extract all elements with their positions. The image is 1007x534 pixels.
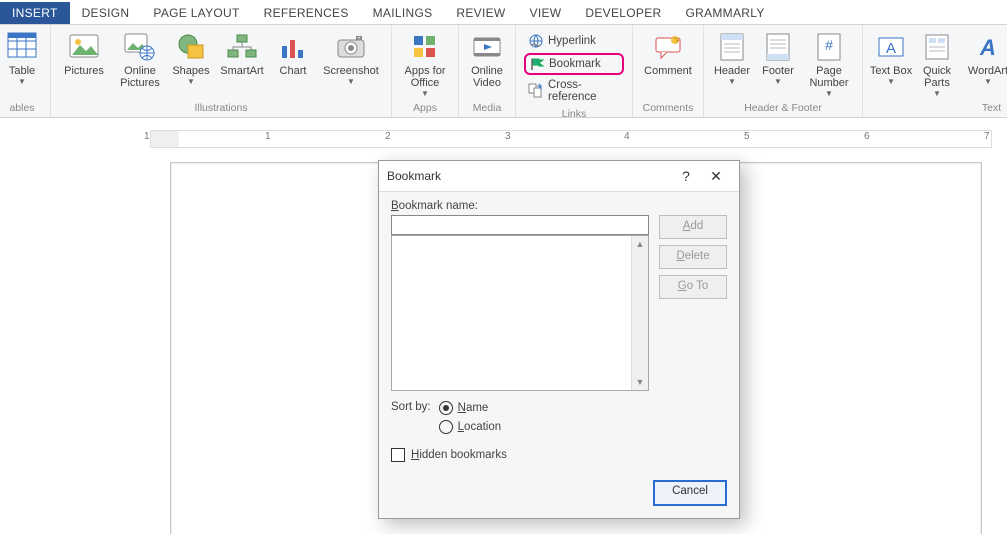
dialog-title: Bookmark [387, 169, 441, 183]
online-video-button[interactable]: Online Video [465, 29, 509, 91]
sortby-label: Sort by: [391, 401, 431, 413]
apps-icon [409, 31, 441, 63]
apps-for-office-button[interactable]: Apps for Office ▼ [398, 29, 452, 100]
bookmark-dialog: Bookmark ? ✕ Bookmark name: ▲ ▼ Add Dele… [378, 160, 740, 519]
tab-mailings[interactable]: MAILINGS [361, 2, 445, 24]
goto-button: Go To [659, 275, 727, 299]
bookmark-list[interactable]: ▲ ▼ [391, 235, 649, 391]
cross-reference-button[interactable]: Cross-reference [524, 77, 624, 105]
svg-text:#: # [825, 37, 833, 53]
pictures-icon [68, 31, 100, 63]
comment-icon [652, 31, 684, 63]
ruler: 1 1 2 3 4 5 6 7 [0, 124, 1007, 150]
svg-text:A: A [886, 40, 896, 57]
online-pictures-icon [124, 31, 156, 63]
bookmark-name-label: Bookmark name: [391, 200, 727, 212]
quickparts-icon [921, 31, 953, 63]
chevron-down-icon: ▼ [933, 89, 941, 98]
shapes-button[interactable]: Shapes ▼ [169, 29, 213, 88]
svg-text:A: A [979, 35, 996, 60]
cancel-button[interactable]: Cancel [653, 480, 727, 506]
tab-developer[interactable]: DEVELOPER [573, 2, 673, 24]
crossref-icon [528, 83, 544, 99]
comment-button[interactable]: Comment [639, 29, 697, 79]
scroll-up-icon[interactable]: ▲ [632, 236, 648, 252]
chart-icon [277, 31, 309, 63]
pictures-button[interactable]: Pictures [57, 29, 111, 79]
video-icon [471, 31, 503, 63]
chevron-down-icon: ▼ [347, 77, 355, 86]
chevron-down-icon: ▼ [728, 77, 736, 86]
chevron-down-icon: ▼ [984, 77, 992, 86]
online-pictures-button[interactable]: Online Pictures [113, 29, 167, 91]
sort-name-radio[interactable]: Name [439, 401, 502, 415]
shapes-icon [175, 31, 207, 63]
tab-page-layout[interactable]: PAGE LAYOUT [141, 2, 251, 24]
tab-view[interactable]: VIEW [518, 2, 574, 24]
chevron-down-icon: ▼ [825, 89, 833, 98]
scrollbar[interactable]: ▲ ▼ [631, 236, 648, 390]
scroll-down-icon[interactable]: ▼ [632, 374, 648, 390]
screenshot-icon: + [335, 31, 367, 63]
tab-grammarly[interactable]: GRAMMARLY [673, 2, 776, 24]
tab-design[interactable]: DESIGN [70, 2, 142, 24]
chart-button[interactable]: Chart [271, 29, 315, 79]
smartart-button[interactable]: SmartArt [215, 29, 269, 79]
tab-review[interactable]: REVIEW [444, 2, 517, 24]
bookmark-icon [529, 56, 545, 72]
screenshot-button[interactable]: + Screenshot ▼ [317, 29, 385, 88]
help-button[interactable]: ? [671, 161, 701, 191]
footer-button[interactable]: Footer ▼ [756, 29, 800, 88]
table-button[interactable]: Table ▼ [0, 29, 44, 88]
text-box-button[interactable]: A Text Box ▼ [869, 29, 913, 88]
chevron-down-icon: ▼ [187, 77, 195, 86]
page-number-icon: # [813, 31, 845, 63]
chevron-down-icon: ▼ [18, 77, 26, 86]
ribbon-tabs: INSERT DESIGN PAGE LAYOUT REFERENCES MAI… [0, 0, 1007, 25]
delete-button: Delete [659, 245, 727, 269]
chevron-down-icon: ▼ [887, 77, 895, 86]
tab-insert[interactable]: INSERT [0, 2, 70, 24]
svg-text:+: + [357, 36, 361, 42]
ribbon: Table ▼ ables Pictures Online Pictures S… [0, 25, 1007, 118]
header-icon [716, 31, 748, 63]
table-icon [6, 31, 38, 63]
smartart-icon [226, 31, 258, 63]
page-number-button[interactable]: # Page Number ▼ [802, 29, 856, 100]
close-button[interactable]: ✕ [701, 161, 731, 191]
textbox-icon: A [875, 31, 907, 63]
sort-location-radio[interactable]: Location [439, 420, 502, 434]
add-button: Add [659, 215, 727, 239]
hidden-bookmarks-checkbox[interactable]: Hidden bookmarks [391, 448, 727, 462]
hyperlink-button[interactable]: Hyperlink [524, 31, 624, 51]
header-button[interactable]: Header ▼ [710, 29, 754, 88]
bookmark-button[interactable]: Bookmark [524, 53, 624, 75]
quick-parts-button[interactable]: Quick Parts ▼ [915, 29, 959, 100]
bookmark-name-input[interactable] [391, 215, 649, 235]
tab-references[interactable]: REFERENCES [252, 2, 361, 24]
wordart-icon: A [972, 31, 1004, 63]
wordart-button[interactable]: A WordArt ▼ [961, 29, 1007, 88]
dialog-titlebar[interactable]: Bookmark ? ✕ [379, 161, 739, 192]
chevron-down-icon: ▼ [421, 89, 429, 98]
hyperlink-icon [528, 33, 544, 49]
footer-icon [762, 31, 794, 63]
chevron-down-icon: ▼ [774, 77, 782, 86]
links-stack: Hyperlink Bookmark Cross-reference [522, 29, 626, 107]
